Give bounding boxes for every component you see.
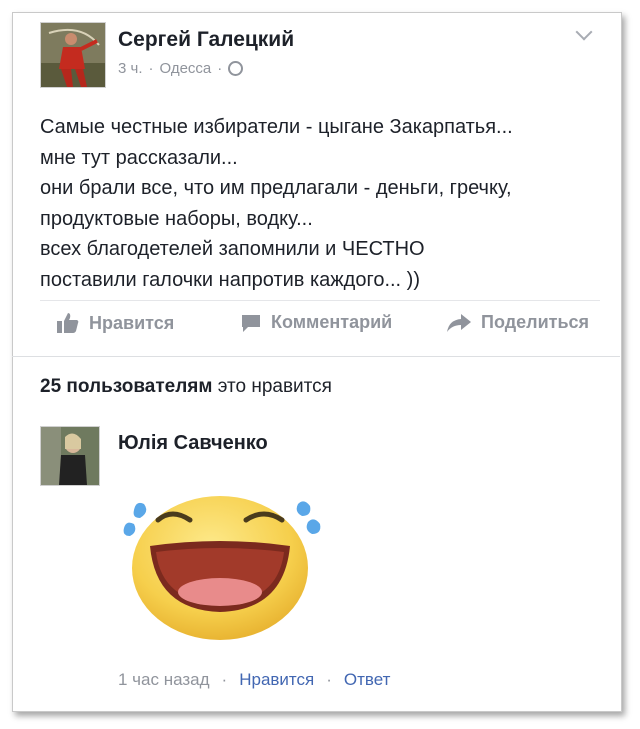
comment-button-label: Комментарий [271, 312, 393, 332]
post-text-line: поставили галочки напротив каждого... )) [40, 268, 420, 291]
comment-button[interactable]: Комментарий [240, 312, 392, 333]
likes-count: 25 пользователям [40, 376, 213, 397]
comment-reply-link[interactable]: Ответ [344, 670, 391, 690]
share-arrow-icon [447, 313, 471, 332]
laughing-crying-emoji-sticker [114, 482, 326, 642]
post-text-line: продуктовые наборы, водку... [40, 207, 313, 230]
like-button[interactable]: Нравится [56, 312, 174, 334]
globe-icon [228, 61, 244, 76]
share-button-label: Поделиться [481, 312, 590, 332]
comment-like-link[interactable]: Нравится [239, 670, 314, 690]
commenter-name[interactable]: Юлія Савченко [118, 432, 268, 455]
post-author-name[interactable]: Сергей Галецкий [118, 28, 294, 52]
likes-summary[interactable]: 25 пользователям это нравится [40, 376, 332, 398]
comment-meta: 1 час назад · Нравится · Ответ [118, 670, 390, 690]
post-meta: 3 ч. · Одесса · [118, 60, 244, 77]
divider [40, 300, 600, 301]
likes-text: это нравится [212, 376, 332, 397]
meta-separator: · [148, 60, 154, 77]
thumbs-up-icon [57, 313, 79, 333]
meta-dot: · [326, 670, 332, 689]
share-button[interactable]: Поделиться [446, 312, 589, 333]
section-divider [12, 356, 620, 357]
post-action-bar: Нравится Комментарий Поделиться [40, 312, 600, 342]
like-button-label: Нравится [89, 312, 175, 333]
post-text: Самые честные избиратели - цыгане Закарп… [40, 112, 610, 295]
meta-dot: · [221, 670, 228, 689]
post-text-line: всех благодетелей запомнили и ЧЕСТНО [40, 238, 425, 260]
post-location[interactable]: Одесса [160, 60, 212, 77]
post-text-line: мне тут рассказали... [40, 146, 238, 169]
meta-separator: · [217, 60, 223, 77]
post-text-line: Самые честные избиратели - цыгане Закарп… [40, 116, 513, 138]
commenter-avatar[interactable] [40, 426, 100, 486]
comment-bubble-icon [242, 314, 260, 332]
post-time[interactable]: 3 ч. [118, 60, 143, 77]
comment-time[interactable]: 1 час назад [118, 670, 210, 690]
post-text-line: они брали все, что им предлагали - деньг… [40, 177, 512, 199]
post-author-avatar[interactable] [40, 22, 106, 88]
